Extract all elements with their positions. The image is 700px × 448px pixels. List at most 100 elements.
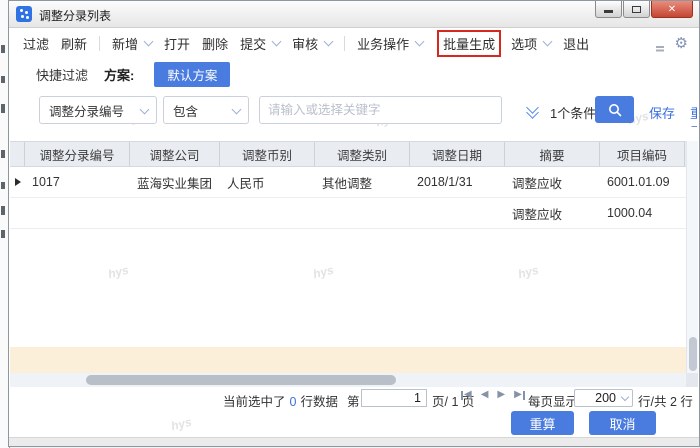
pagination-arrows: ◀ ◀ ▶ ▶: [461, 390, 525, 400]
cell-summary[interactable]: 调整应收: [505, 198, 600, 228]
cancel-button[interactable]: 取消: [589, 411, 656, 435]
minimize-icon: [604, 10, 613, 13]
table-row[interactable]: 调整应收 1000.04: [10, 198, 686, 229]
cell-project-code[interactable]: 6001.01.09: [600, 167, 685, 197]
per-page-select[interactable]: 200: [574, 389, 633, 407]
recalculate-button[interactable]: 重算: [511, 411, 574, 435]
table-row[interactable]: 1017 蓝海实业集团 人民币 其他调整 2018/1/31 调整应收 6001…: [10, 167, 686, 198]
cell-category[interactable]: 其他调整: [315, 167, 410, 197]
cell-date[interactable]: [410, 198, 505, 228]
toolbar-audit-button[interactable]: 审核: [292, 34, 332, 53]
column-header[interactable]: 调整日期: [410, 142, 505, 166]
filter-operator-select[interactable]: 包含: [163, 96, 249, 124]
toolbar-business-ops-button[interactable]: 业务操作: [357, 34, 423, 53]
entries-table: 调整分录编号 调整公司 调整币别 调整类别 调整日期 摘要 项目编码 1017 …: [10, 141, 686, 229]
cell-date[interactable]: 2018/1/31: [410, 167, 505, 197]
next-page-button[interactable]: ▶: [497, 390, 505, 400]
cell-entry-number[interactable]: [25, 198, 130, 228]
cell-entry-number[interactable]: 1017: [25, 167, 130, 197]
summary-row: [10, 347, 686, 373]
previous-page-button[interactable]: ◀: [481, 390, 489, 400]
gear-icon[interactable]: ⚙: [675, 36, 688, 51]
cell-currency[interactable]: [220, 198, 315, 228]
watermark: hys: [170, 415, 193, 434]
column-header[interactable]: 摘要: [505, 142, 600, 166]
search-icon: [607, 102, 623, 118]
quick-filter-row: 快捷过滤 方案: 默认方案: [9, 61, 699, 87]
clipped-text-fragment: [1, 150, 5, 158]
watermark: hys: [517, 263, 540, 282]
maximize-button[interactable]: [623, 1, 650, 18]
cell-company[interactable]: [130, 198, 220, 228]
column-header[interactable]: 项目编码: [600, 142, 685, 166]
clipped-text-fragment: [1, 182, 5, 189]
close-button[interactable]: ✕: [651, 1, 693, 18]
first-page-button[interactable]: ◀: [461, 390, 472, 400]
toolbar-open-button[interactable]: 打开: [164, 34, 190, 53]
toolbar-options-button[interactable]: 选项: [511, 34, 551, 53]
page-label: 第: [347, 391, 360, 410]
toolbar-delete-button[interactable]: 删除: [202, 34, 228, 53]
next-page-icon: ▶: [497, 390, 505, 400]
watermark: hys: [107, 263, 130, 282]
column-header[interactable]: 调整币别: [220, 142, 315, 166]
cell-project-code[interactable]: 1000.04: [600, 198, 685, 228]
toolbar-delete-label: 删除: [202, 34, 228, 53]
page-number-input[interactable]: [361, 389, 427, 407]
clipped-text-fragment: [1, 104, 5, 113]
toolbar-refresh-button[interactable]: 刷新: [61, 34, 87, 53]
scheme-label: 方案:: [104, 65, 134, 84]
toolbar: 过滤 刷新 新增 打开 删除 提交 审核 业务操作 批量生成 选项 退出 ⚙: [9, 28, 699, 58]
chevron-down-icon: [415, 37, 425, 47]
rows-total: 行/共 2 行: [638, 391, 693, 410]
row-arrow-icon: [15, 178, 21, 186]
last-page-button[interactable]: ▶: [514, 390, 525, 400]
title-bar: 调整分录列表 ✕: [9, 1, 699, 28]
column-header[interactable]: 调整分录编号: [25, 142, 130, 166]
cell-company[interactable]: 蓝海实业集团: [130, 167, 220, 197]
toolbar-right-icons: ⚙: [656, 28, 688, 58]
toolbar-batch-generate-button[interactable]: 批量生成: [437, 30, 501, 57]
toolbar-collapse-icon[interactable]: [656, 46, 664, 48]
vertical-scrollbar[interactable]: [686, 141, 698, 373]
per-page-label: 每页显示: [528, 391, 578, 410]
column-header[interactable]: 调整类别: [315, 142, 410, 166]
reset-link[interactable]: 重置: [690, 103, 697, 127]
toolbar-batch-generate-label: 批量生成: [443, 34, 495, 53]
horizontal-scrollbar[interactable]: [10, 373, 686, 387]
selection-info: 当前选中了0行数据: [223, 391, 338, 410]
toolbar-submit-button[interactable]: 提交: [240, 34, 280, 53]
horizontal-scrollbar-thumb[interactable]: [86, 375, 396, 385]
search-button[interactable]: [595, 96, 634, 123]
vertical-scrollbar-thumb[interactable]: [689, 337, 697, 371]
expand-conditions-icon[interactable]: [527, 103, 539, 117]
window-title: 调整分录列表: [39, 7, 111, 24]
selection-count: 0: [290, 395, 297, 409]
toolbar-refresh-label: 刷新: [61, 34, 87, 53]
toolbar-exit-button[interactable]: 退出: [563, 34, 589, 53]
chevron-down-icon: [324, 37, 334, 47]
keyword-input[interactable]: [259, 96, 502, 124]
filter-field-value: 调整分录编号: [49, 101, 124, 120]
first-page-glyph: ◀: [464, 390, 472, 400]
toolbar-new-button[interactable]: 新增: [112, 34, 152, 53]
cell-summary[interactable]: 调整应收: [505, 167, 600, 197]
filter-field-select[interactable]: 调整分录编号: [39, 96, 157, 124]
close-icon: ✕: [668, 4, 676, 15]
cell-currency[interactable]: 人民币: [220, 167, 315, 197]
row-indicator-header: [10, 142, 25, 166]
toolbar-options-label: 选项: [511, 34, 537, 53]
toolbar-filter-button[interactable]: 过滤: [23, 34, 49, 53]
toolbar-new-label: 新增: [112, 34, 138, 53]
per-page-value: 200: [595, 391, 616, 405]
window-controls: ✕: [595, 1, 693, 18]
toolbar-separator: [99, 36, 100, 51]
default-scheme-chip[interactable]: 默认方案: [154, 62, 230, 87]
cell-category[interactable]: [315, 198, 410, 228]
toolbar-business-ops-label: 业务操作: [357, 34, 409, 53]
save-scheme-link[interactable]: 保存: [649, 103, 675, 122]
minimize-button[interactable]: [595, 1, 622, 18]
column-header[interactable]: 调整公司: [130, 142, 220, 166]
previous-page-icon: ◀: [481, 390, 489, 400]
selection-suffix: 行数据: [300, 395, 338, 409]
